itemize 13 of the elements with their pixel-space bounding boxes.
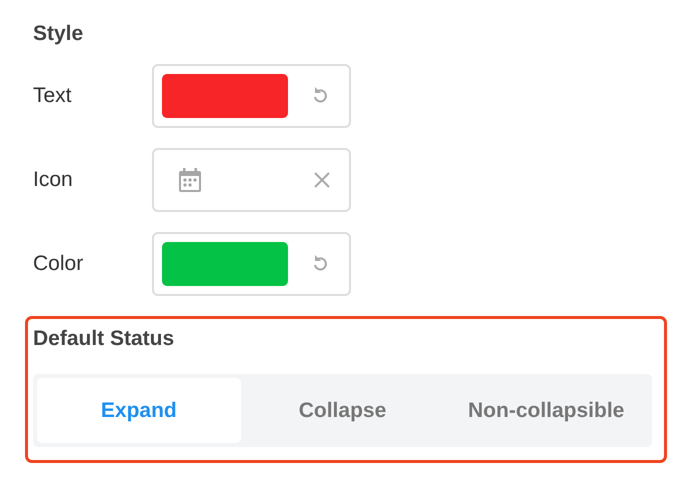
segment-tab[interactable]: Expand [37, 378, 241, 443]
field-label: Color [33, 252, 84, 276]
icon-picker[interactable] [152, 148, 351, 212]
color-picker[interactable] [152, 232, 351, 296]
section-title: Style [33, 22, 84, 46]
color-picker[interactable] [152, 64, 351, 128]
field-label: Icon [33, 168, 74, 192]
calendar-icon [178, 168, 202, 192]
segment-tab[interactable]: Collapse [240, 378, 444, 443]
close-icon[interactable] [313, 171, 331, 189]
section-title: Default Status [33, 327, 176, 351]
segment-tab[interactable]: Non-collapsible [444, 378, 648, 443]
field-label: Text [33, 84, 73, 108]
